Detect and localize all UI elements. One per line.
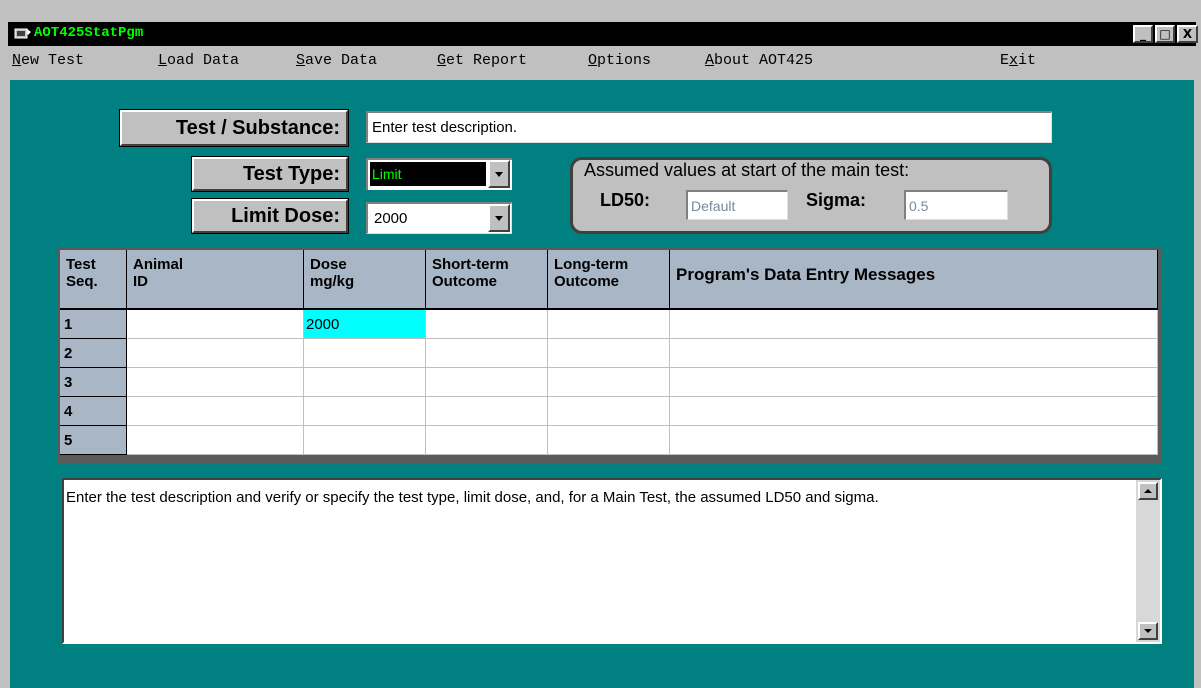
grid-cell-short-term[interactable]	[426, 339, 548, 368]
grid-cell-animal-id[interactable]	[127, 397, 304, 426]
grid-cell-animal-id[interactable]	[127, 310, 304, 339]
minimize-icon: _	[1140, 27, 1146, 41]
row-header[interactable]: 5	[60, 426, 127, 455]
close-button[interactable]: X	[1177, 25, 1198, 43]
column-header-test-seq[interactable]: Test Seq.	[60, 250, 127, 310]
grid-cell-dose[interactable]	[304, 426, 426, 455]
grid-cell-message[interactable]	[670, 339, 1158, 368]
arrow-down-icon	[1144, 629, 1152, 633]
grid-cell-short-term[interactable]	[426, 397, 548, 426]
sigma-input[interactable]: 0.5	[904, 190, 1008, 220]
grid-cell-message[interactable]	[670, 397, 1158, 426]
menu-get-report[interactable]: Get Report	[437, 52, 527, 70]
sigma-label: Sigma:	[806, 190, 867, 210]
grid-cell-short-term[interactable]	[426, 310, 548, 339]
scroll-up-button[interactable]	[1138, 482, 1158, 500]
ld50-input[interactable]: Default	[686, 190, 788, 220]
grid-cell-long-term[interactable]	[548, 397, 670, 426]
grid-cell-animal-id[interactable]	[127, 339, 304, 368]
maximize-icon: □	[1159, 27, 1171, 41]
grid-cell-dose[interactable]: 2000	[304, 310, 426, 339]
column-header-long-term-outcome[interactable]: Long-term Outcome	[548, 250, 670, 310]
app-icon[interactable]	[14, 26, 32, 40]
grid-cell-message[interactable]	[670, 426, 1158, 455]
arrow-up-icon	[1144, 489, 1152, 493]
assumed-values-title: Assumed values at start of the main test…	[584, 160, 910, 180]
menu-about[interactable]: About AOT425	[705, 52, 813, 70]
grid-cell-long-term[interactable]	[548, 310, 670, 339]
limit-dose-dropdown-button[interactable]	[488, 204, 510, 232]
menu-options[interactable]: Options	[588, 52, 651, 70]
column-header-short-term-outcome[interactable]: Short-term Outcome	[426, 250, 548, 310]
limit-dose-label: Limit Dose:	[192, 199, 348, 233]
grid-cell-animal-id[interactable]	[127, 368, 304, 397]
grid-cell-short-term[interactable]	[426, 426, 548, 455]
chevron-down-icon	[495, 215, 503, 221]
grid-cell-animal-id[interactable]	[127, 426, 304, 455]
row-header[interactable]: 3	[60, 368, 127, 397]
substance-input[interactable]: Enter test description.	[366, 111, 1052, 143]
limit-dose-value: 2000	[374, 210, 408, 227]
maximize-button[interactable]: □	[1155, 25, 1175, 43]
message-text: Enter the test description and verify or…	[66, 489, 879, 506]
grid-cell-long-term[interactable]	[548, 426, 670, 455]
column-header-messages[interactable]: Program's Data Entry Messages	[670, 250, 1158, 310]
menu-exit[interactable]: Exit	[1000, 52, 1036, 70]
window-title: AOT425StatPgm	[34, 25, 144, 41]
chevron-down-icon	[495, 171, 503, 177]
menu-save-data[interactable]: Save Data	[296, 52, 377, 70]
menu-load-data[interactable]: Load Data	[158, 52, 239, 70]
grid-cell-long-term[interactable]	[548, 368, 670, 397]
title-bar[interactable]	[8, 22, 1196, 46]
test-type-dropdown-button[interactable]	[488, 160, 510, 188]
scroll-down-button[interactable]	[1138, 622, 1158, 640]
column-header-dose[interactable]: Dose mg/kg	[304, 250, 426, 310]
grid-cell-dose[interactable]	[304, 339, 426, 368]
row-header[interactable]: 2	[60, 339, 127, 368]
grid-cell-long-term[interactable]	[548, 339, 670, 368]
close-icon: X	[1182, 27, 1193, 41]
row-header[interactable]: 4	[60, 397, 127, 426]
test-type-value: Limit	[370, 162, 486, 186]
grid-cell-message[interactable]	[670, 368, 1158, 397]
grid-cell-short-term[interactable]	[426, 368, 548, 397]
grid-cell-message[interactable]	[670, 310, 1158, 339]
menu-new-test[interactable]: New Test	[12, 52, 84, 70]
substance-label: Test / Substance:	[120, 110, 348, 146]
test-type-label: Test Type:	[192, 157, 348, 191]
vertical-scrollbar[interactable]	[1136, 480, 1160, 642]
column-header-animal-id[interactable]: Animal ID	[127, 250, 304, 310]
grid-cell-dose[interactable]	[304, 397, 426, 426]
row-header[interactable]: 1	[60, 310, 127, 339]
ld50-label: LD50:	[600, 190, 651, 210]
grid-cell-dose[interactable]	[304, 368, 426, 397]
minimize-button[interactable]: _	[1133, 25, 1153, 43]
